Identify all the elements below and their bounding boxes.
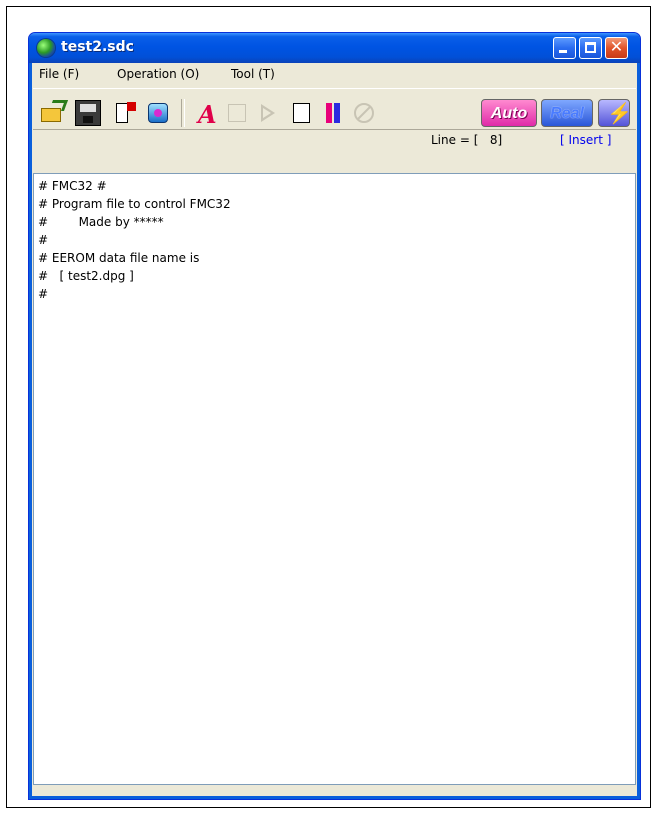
window-bottom-border bbox=[33, 788, 636, 796]
minimize-icon bbox=[559, 50, 567, 53]
minimize-button[interactable] bbox=[553, 37, 576, 59]
lightning-icon: ⚡ bbox=[607, 103, 632, 125]
font-a-icon[interactable]: A bbox=[195, 100, 221, 129]
menu-bar: File (F) Operation (O) Tool (T) bbox=[33, 65, 636, 85]
code-line: # Program file to control FMC32 bbox=[38, 197, 231, 211]
list-icon[interactable] bbox=[113, 100, 139, 126]
lightning-button[interactable]: ⚡ bbox=[598, 99, 632, 127]
pause-icon[interactable] bbox=[321, 100, 347, 126]
page-icon[interactable] bbox=[289, 100, 315, 126]
code-line: # [ test2.dpg ] bbox=[38, 269, 134, 283]
code-line: # Made by ***** bbox=[38, 215, 164, 229]
code-line: # bbox=[38, 287, 49, 301]
code-line: # bbox=[38, 233, 49, 247]
app-window: test2.sdc ✕ File (F) Operation (O) Tool … bbox=[28, 32, 641, 800]
insert-mode-indicator: [ Insert ] bbox=[560, 133, 612, 147]
open-folder-icon[interactable] bbox=[39, 100, 69, 126]
line-indicator: Line = [ 8] bbox=[431, 133, 503, 147]
menu-tool[interactable]: Tool (T) bbox=[231, 67, 275, 81]
play-icon[interactable] bbox=[255, 100, 281, 126]
database-icon[interactable] bbox=[145, 100, 171, 126]
code-line: # FMC32 # bbox=[38, 179, 107, 193]
save-icon[interactable] bbox=[75, 100, 101, 126]
status-line: Line = [ 8] [ Insert ] bbox=[33, 131, 636, 149]
real-button[interactable]: Real bbox=[541, 99, 593, 127]
maximize-button[interactable] bbox=[579, 37, 602, 59]
close-button[interactable]: ✕ bbox=[605, 37, 628, 59]
auto-button[interactable]: Auto bbox=[481, 99, 537, 127]
code-line: # EEROM data file name is bbox=[38, 251, 200, 265]
disabled-edit-icon[interactable] bbox=[225, 100, 251, 126]
app-globe-icon bbox=[37, 39, 55, 57]
stop-icon[interactable] bbox=[351, 100, 377, 126]
close-icon: ✕ bbox=[609, 37, 624, 56]
window-title: test2.sdc bbox=[61, 39, 134, 55]
maximize-icon bbox=[585, 42, 596, 53]
title-bar[interactable]: test2.sdc ✕ bbox=[29, 33, 640, 63]
menu-operation[interactable]: Operation (O) bbox=[117, 67, 199, 81]
toolbar: A Auto Real ⚡ bbox=[33, 88, 636, 130]
code-editor[interactable]: # FMC32 # # Program file to control FMC3… bbox=[33, 173, 636, 785]
menu-file[interactable]: File (F) bbox=[39, 67, 79, 81]
toolbar-separator bbox=[181, 99, 185, 127]
